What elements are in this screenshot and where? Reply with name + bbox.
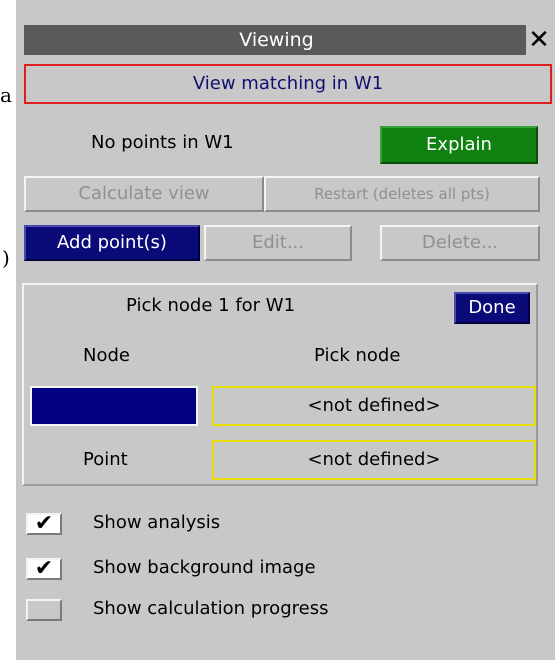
restart-button[interactable]: Restart (deletes all pts) — [264, 176, 540, 212]
show-background-image-label: Show background image — [93, 557, 316, 578]
done-button[interactable]: Done — [454, 292, 530, 324]
show-calculation-progress-label: Show calculation progress — [93, 598, 329, 619]
stray-text-mid: ) — [2, 246, 10, 270]
delete-button[interactable]: Delete... — [380, 225, 540, 261]
pick-prompt: Pick node 1 for W1 — [126, 295, 296, 316]
edit-button[interactable]: Edit... — [204, 225, 352, 261]
stray-text-top: a — [0, 83, 12, 107]
pick-node-column-header: Pick node — [314, 345, 401, 366]
checkmark-icon: ✔ — [34, 511, 54, 536]
viewing-panel: Viewing ✕ View matching in W1 No points … — [16, 0, 555, 660]
point-label: Point — [83, 449, 128, 470]
show-analysis-label: Show analysis — [93, 512, 221, 533]
show-analysis-checkbox[interactable]: ✔ — [26, 513, 62, 535]
title-bar: Viewing ✕ — [24, 25, 552, 55]
status-text: No points in W1 — [91, 132, 234, 153]
calculate-view-button[interactable]: Calculate view — [24, 176, 264, 212]
show-calculation-progress-checkbox[interactable] — [26, 599, 62, 621]
checkmark-icon: ✔ — [34, 556, 54, 581]
add-points-button[interactable]: Add point(s) — [24, 225, 200, 261]
node-color-swatch[interactable] — [30, 386, 198, 426]
point-value-field[interactable]: <not defined> — [212, 440, 536, 480]
node-value-field[interactable]: <not defined> — [212, 386, 536, 426]
close-icon[interactable]: ✕ — [524, 25, 552, 55]
window-title: Viewing — [239, 29, 314, 51]
explain-button[interactable]: Explain — [380, 126, 538, 164]
node-column-header: Node — [83, 345, 130, 366]
view-matching-button[interactable]: View matching in W1 — [24, 64, 552, 104]
show-background-image-checkbox[interactable]: ✔ — [26, 558, 62, 580]
